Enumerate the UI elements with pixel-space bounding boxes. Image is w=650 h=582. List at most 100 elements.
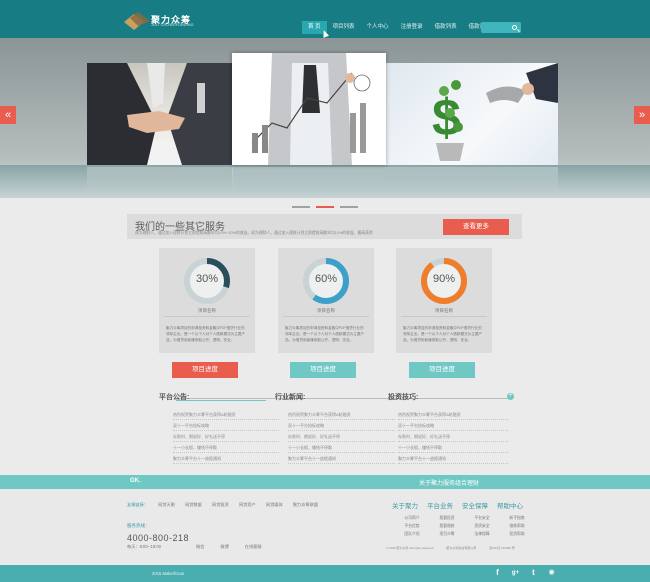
carousel-dot[interactable] [292, 206, 310, 208]
divider [401, 316, 487, 317]
footer-column-title: 关于聚力 [392, 503, 418, 510]
footer-link[interactable]: 项目众筹 [427, 530, 467, 538]
friend-link[interactable]: 网贷媒体 [266, 502, 283, 507]
footer-slogan: 关于聚力服务组合理财 [419, 481, 480, 487]
news-link[interactable]: 存款时、期说好、好礼送不停 [398, 431, 508, 442]
news-column-announcements: 平台公告: 热烈祝贺聚力众筹平台获得A轮融资 双十一平台抢标攻略 存款时、期说好… [159, 392, 279, 464]
news-link[interactable]: 热烈祝贺聚力众筹平台获得A轮融资 [398, 409, 508, 420]
carousel-dots [292, 206, 358, 208]
slide-money-plant[interactable]: $ [386, 63, 558, 165]
news-link[interactable]: 双十一平台抢标攻略 [288, 420, 395, 431]
friend-link[interactable]: 网贷资产 [239, 502, 256, 507]
twitter-icon[interactable]: t [529, 568, 538, 578]
footer-column-title: 平台业务 [427, 503, 453, 510]
news-link[interactable]: 双十一平台抢标攻略 [398, 420, 508, 431]
next-slide-button[interactable]: » [634, 106, 650, 124]
logo-subtitle: JULI CROWDFUNDING [151, 23, 194, 27]
rss-icon[interactable]: ◉ [547, 568, 556, 578]
friend-link[interactable]: 网贷数据 [185, 502, 202, 507]
friend-links-label: 友情链接： [127, 502, 148, 507]
project-name: 项目名称 [317, 308, 335, 313]
news-link[interactable]: 聚力众筹平台十一放假通知 [398, 453, 508, 464]
services-description: 成为理财人，通过加入理财计划立即提前高额年均10%~20%的收益。成为理财人，通… [135, 231, 373, 235]
footer-link[interactable]: 我要借款 [427, 522, 467, 530]
logo[interactable]: 聚力众筹 JULI CROWDFUNDING [124, 10, 219, 32]
news-link[interactable]: 双十一平台抢标攻略 [173, 420, 279, 431]
search-icon[interactable] [512, 25, 517, 30]
bottom-bar: 2015 Makerfocus f g+ t ◉ [0, 565, 650, 582]
prev-slide-button[interactable]: « [0, 106, 16, 124]
carousel-dot[interactable] [340, 206, 358, 208]
company-name: 聚力众筹投资有限公司 [446, 546, 477, 550]
footer-link[interactable]: 公司简介 [392, 514, 432, 522]
friend-link[interactable]: 网贷投资 [212, 502, 229, 507]
footer-link[interactable]: 团队介绍 [392, 530, 432, 538]
weibo-link[interactable]: 微博 [220, 544, 228, 550]
slide-reflection [87, 167, 233, 192]
footer-link[interactable]: 资质安全 [462, 522, 502, 530]
news-link[interactable]: 聚力众筹平台十一放假通知 [288, 453, 395, 464]
footer-column-help: 帮助中心 新手指南 借款帮助 投资帮助 [497, 500, 537, 538]
news-link[interactable]: 存款时、期说好、好礼送不停 [173, 431, 279, 442]
news-column-tips: 投资技巧: 热烈祝贺聚力众筹平台获得A轮融资 双十一平台抢标攻略 存款时、期说好… [388, 392, 508, 464]
news-link[interactable]: 热烈祝贺聚力众筹平台获得A轮融资 [288, 409, 395, 420]
nav-register-login[interactable]: 注册登录 [395, 21, 429, 34]
footer-link[interactable]: 新手指南 [497, 514, 537, 522]
project-progress-button[interactable]: 项目进度 [409, 362, 475, 378]
project-progress-button[interactable]: 项目进度 [172, 362, 238, 378]
footer-link[interactable]: 平台优势 [392, 522, 432, 530]
news-column-industry: 行业新闻: 热烈祝贺聚力众筹平台获得A轮融资 双十一平台抢标攻略 存款时、期说好… [275, 392, 395, 464]
news-link[interactable]: 热烈祝贺聚力众筹平台获得A轮融资 [173, 409, 279, 420]
project-description: 聚力众筹项目的申请投资和金融中P2P借贷行业的领军企业。是一个以个人对个人借款模… [285, 326, 365, 342]
footer-link[interactable]: 法律保障 [462, 530, 502, 538]
facebook-icon[interactable]: f [493, 568, 502, 578]
view-more-button[interactable]: 查看更多 [443, 219, 509, 235]
icp-number: 京ICP证 123456 号 [489, 546, 515, 550]
project-card: 60% 项目名称 聚力众筹项目的申请投资和金融中P2P借贷行业的领军企业。是一个… [278, 248, 374, 353]
services-bar: 我们的一些其它服务 成为理财人，通过加入理财计划立即提前高额年均10%~20%的… [127, 214, 522, 239]
divider [164, 316, 250, 317]
footer: 友情链接： 网贷天眼 网贷数据 网贷投资 网贷资产 网贷媒体 聚力众筹联盟 服务… [0, 489, 650, 565]
project-card: 90% 项目名称 聚力众筹项目的申请投资和金融中P2P借贷行业的领军企业。是一个… [396, 248, 492, 353]
footer-link[interactable]: 平台安全 [462, 514, 502, 522]
google-plus-icon[interactable]: g+ [511, 568, 520, 578]
footer-column-title: 安全保障 [462, 503, 488, 510]
footer-logo: GK. [130, 478, 141, 484]
page: 聚力众筹 JULI CROWDFUNDING 首 页 项目列表 个人中心 注册登… [0, 0, 650, 582]
project-progress-button[interactable]: 项目进度 [290, 362, 356, 378]
wechat-link[interactable]: 微信 [196, 544, 204, 550]
money-plant-image: $ [432, 63, 558, 161]
slide-business-chart[interactable] [232, 53, 386, 165]
friend-link[interactable]: 网贷天眼 [158, 502, 175, 507]
nav-loan-list[interactable]: 借款列表 [429, 21, 463, 34]
news-link[interactable]: 十一小长假，赚钱不停歇 [173, 442, 279, 453]
news-column-title: 行业新闻: [275, 394, 306, 401]
online-service-link[interactable]: 在线客服 [245, 544, 262, 550]
progress-percent: 60% [314, 273, 338, 285]
search-input[interactable] [481, 25, 511, 36]
nav-personal-center[interactable]: 个人中心 [361, 21, 395, 34]
svg-text:$: $ [432, 89, 461, 147]
nav-project-list[interactable]: 项目列表 [327, 21, 361, 34]
news-link[interactable]: 十一小长假，赚钱不停歇 [398, 442, 508, 453]
news-link[interactable]: 十一小长假，赚钱不停歇 [288, 442, 395, 453]
footer-column-about: 关于聚力 公司简介 平台优势 团队介绍 [392, 500, 432, 538]
slide-handshake[interactable] [87, 63, 233, 165]
footer-link[interactable]: 投资帮助 [497, 530, 537, 538]
search-box[interactable] [481, 22, 521, 36]
banner-carousel: $ « » [0, 38, 650, 208]
more-news-icon[interactable]: + [507, 393, 514, 400]
slide-reflection [386, 167, 558, 192]
footer-link[interactable]: 我要投资 [427, 514, 467, 522]
news-link[interactable]: 聚力众筹平台十一放假通知 [173, 453, 279, 464]
carousel-dot[interactable] [316, 206, 334, 208]
handshake-image [87, 63, 233, 165]
logo-mark-icon [124, 12, 150, 30]
friend-link[interactable]: 聚力众筹联盟 [293, 502, 318, 507]
footer-column-security: 安全保障 平台安全 资质安全 法律保障 [462, 500, 502, 538]
news-link[interactable]: 存款时、期说好、好礼送不停 [288, 431, 395, 442]
project-description: 聚力众筹项目的申请投资和金融中P2P借贷行业的领军企业。是一个以个人对个人借款模… [166, 326, 246, 342]
footer-link[interactable]: 借款帮助 [497, 522, 537, 530]
progress-percent: 30% [195, 273, 219, 285]
business-chart-image [251, 53, 371, 165]
